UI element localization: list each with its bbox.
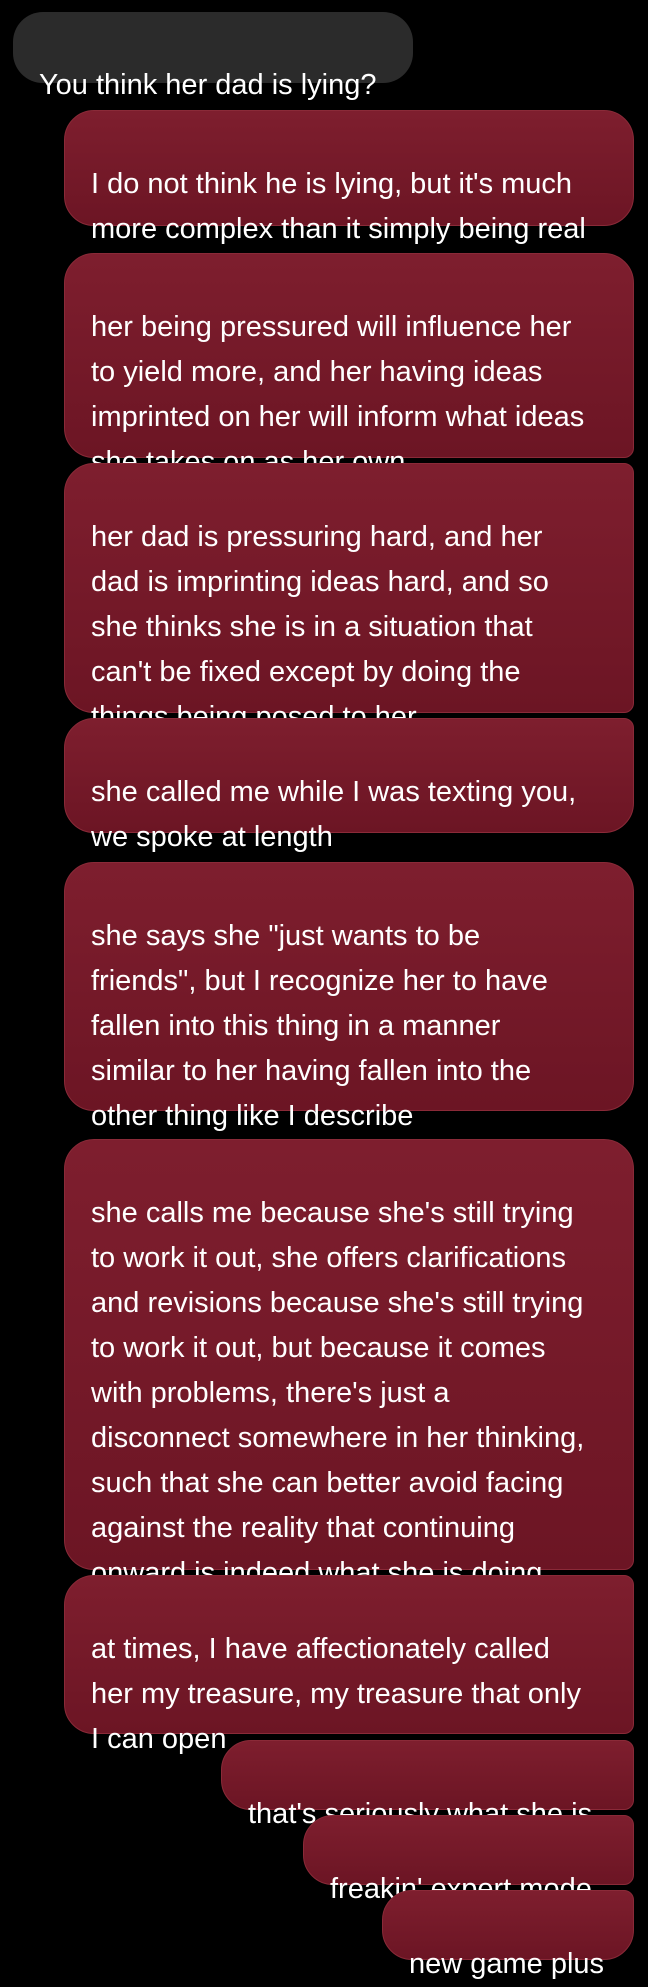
outgoing-message-bubble[interactable]: I do not think he is lying, but it's muc…: [64, 110, 634, 245]
incoming-message-bubble[interactable]: You think her dad is lying?: [13, 12, 413, 101]
message-text: her dad is pressuring hard, and her dad …: [91, 521, 549, 733]
message-text: she calls me because she's still trying …: [91, 1197, 585, 1589]
outgoing-message-bubble[interactable]: she says she "just wants to be friends",…: [64, 862, 634, 1132]
message-thread: You think her dad is lying? I do not thi…: [0, 0, 648, 1980]
outgoing-message-bubble[interactable]: her dad is pressuring hard, and her dad …: [64, 463, 634, 733]
message-text: she called me while I was texting you, w…: [91, 776, 577, 853]
outgoing-message-bubble[interactable]: she calls me because she's still trying …: [64, 1139, 634, 1589]
message-text: You think her dad is lying?: [39, 69, 377, 101]
message-text: she says she "just wants to be friends",…: [91, 920, 548, 1132]
outgoing-message-bubble[interactable]: new game plus: [382, 1890, 634, 1980]
outgoing-message-bubble[interactable]: at times, I have affectionately called h…: [64, 1575, 634, 1755]
outgoing-message-bubble[interactable]: her being pressured will influence her t…: [64, 253, 634, 478]
outgoing-message-bubble[interactable]: that's seriously what she is: [221, 1740, 634, 1830]
message-text: her being pressured will influence her t…: [91, 311, 585, 478]
message-text: new game plus: [409, 1948, 605, 1980]
outgoing-message-bubble[interactable]: freakin' expert mode: [303, 1815, 634, 1905]
outgoing-message-bubble[interactable]: she called me while I was texting you, w…: [64, 718, 634, 853]
message-text: I do not think he is lying, but it's muc…: [91, 168, 586, 245]
message-text: at times, I have affectionately called h…: [91, 1633, 581, 1755]
